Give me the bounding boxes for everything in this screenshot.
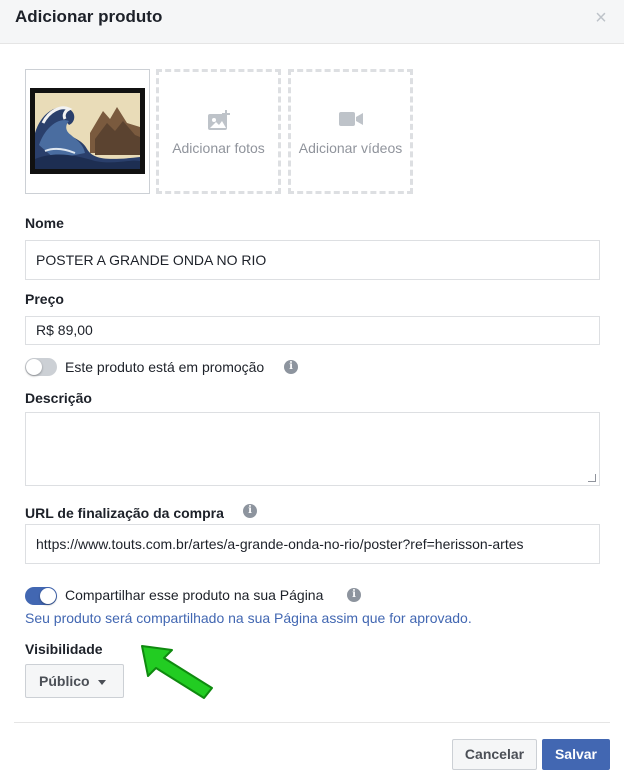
wave-artwork-image bbox=[35, 93, 140, 169]
promo-label: Este produto está em promoção bbox=[65, 359, 265, 375]
add-photos-label: Adicionar fotos bbox=[172, 140, 265, 156]
add-photos-button[interactable]: Adicionar fotos bbox=[156, 69, 281, 194]
add-videos-button[interactable]: Adicionar vídeos bbox=[288, 69, 413, 194]
footer-divider bbox=[14, 722, 610, 723]
promo-info-icon[interactable]: i bbox=[284, 360, 298, 374]
dialog-title: Adicionar produto bbox=[15, 7, 163, 26]
add-videos-label: Adicionar vídeos bbox=[298, 140, 403, 156]
description-label: Descrição bbox=[25, 390, 92, 406]
checkout-url-label: URL de finalização da compra bbox=[25, 505, 224, 521]
name-label: Nome bbox=[25, 215, 64, 231]
share-label: Compartilhar esse produto na sua Página bbox=[65, 587, 324, 603]
product-photo-thumbnail[interactable] bbox=[25, 69, 150, 194]
description-textarea[interactable] bbox=[25, 412, 600, 486]
dialog-header: Adicionar produto × bbox=[0, 0, 624, 44]
textarea-resize-handle[interactable] bbox=[588, 474, 596, 482]
share-info-icon[interactable]: i bbox=[347, 588, 361, 602]
checkout-url-info-icon[interactable]: i bbox=[243, 504, 257, 518]
caret-down-icon bbox=[98, 680, 106, 685]
video-camera-icon bbox=[338, 110, 364, 133]
checkout-url-input[interactable]: https://www.touts.com.br/artes/a-grande-… bbox=[25, 524, 600, 564]
photo-frame bbox=[30, 88, 145, 174]
promo-toggle[interactable] bbox=[25, 358, 57, 376]
price-label: Preço bbox=[25, 291, 64, 307]
toggle-knob bbox=[26, 359, 42, 375]
save-button[interactable]: Salvar bbox=[542, 739, 610, 770]
close-icon[interactable]: × bbox=[592, 8, 610, 28]
share-approval-note: Seu produto será compartilhado na sua Pá… bbox=[25, 610, 472, 626]
price-input[interactable]: R$ 89,00 bbox=[25, 316, 600, 345]
share-toggle[interactable] bbox=[25, 587, 57, 605]
green-arrow-annotation bbox=[141, 645, 213, 699]
visibility-dropdown[interactable]: Público bbox=[25, 664, 124, 698]
toggle-knob bbox=[40, 588, 56, 604]
visibility-selected: Público bbox=[39, 673, 90, 689]
name-input[interactable]: POSTER A GRANDE ONDA NO RIO bbox=[25, 240, 600, 280]
visibility-label: Visibilidade bbox=[25, 641, 103, 657]
cancel-button[interactable]: Cancelar bbox=[452, 739, 537, 770]
add-photo-icon bbox=[207, 110, 231, 137]
